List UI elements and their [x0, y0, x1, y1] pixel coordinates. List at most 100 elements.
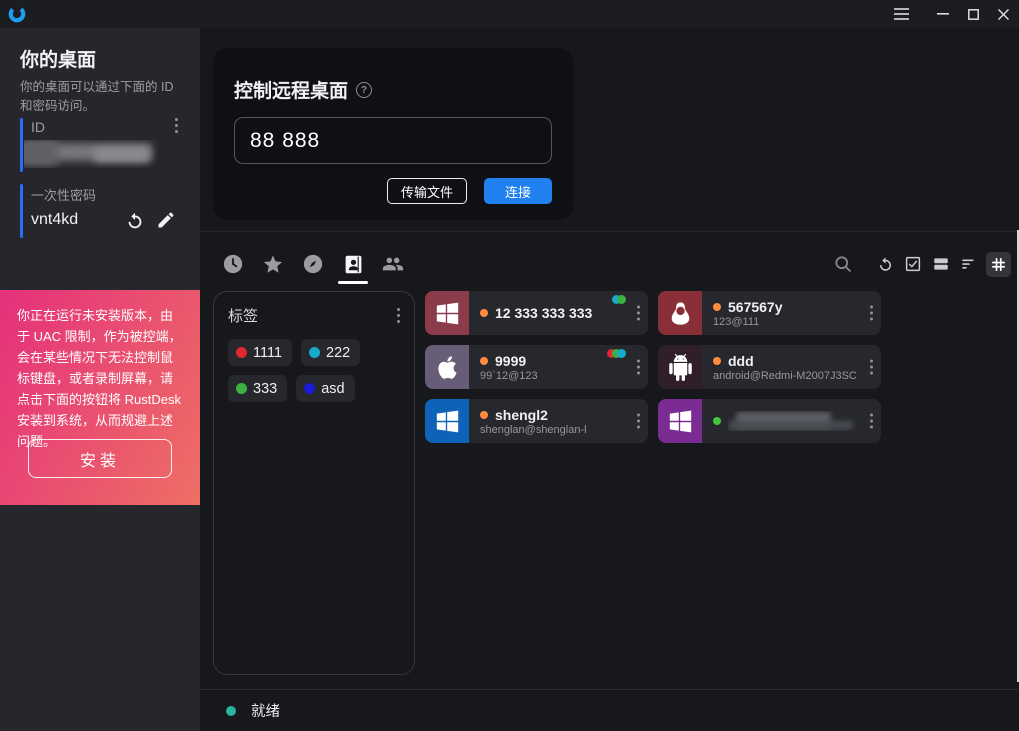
peer-username: 99`12@123 — [480, 370, 538, 382]
main-area: 控制远程桌面 ? 传输文件 连接 — [200, 28, 1019, 731]
peer-name: 567567y — [728, 299, 783, 315]
peer-info: 567567y123@111 — [713, 299, 783, 328]
sort-by-icon[interactable] — [958, 253, 980, 275]
transfer-file-button[interactable]: 传输文件 — [387, 178, 467, 204]
tag-color-dot — [236, 383, 247, 394]
peer-card[interactable]: 12 333 333 333 — [425, 291, 648, 335]
peer-name: 9999 — [495, 353, 526, 369]
tags-menu-icon[interactable] — [397, 308, 400, 323]
peer-info: 999999`12@123 — [480, 353, 538, 382]
windows-platform-icon — [425, 291, 469, 335]
section-divider — [200, 231, 1019, 232]
peer-card[interactable]: 999999`12@123 — [425, 345, 648, 389]
peer-info: shengl2shenglan@shenglan-l — [480, 407, 587, 436]
warning-text: 你正在运行未安装版本，由于 UAC 限制，作为被控端，会在某些情况下无法控制鼠标… — [17, 305, 183, 452]
tag-chip[interactable]: 222 — [301, 339, 360, 366]
tab-groups[interactable] — [382, 253, 404, 275]
select-peers-icon[interactable] — [902, 253, 924, 275]
peer-card[interactable] — [658, 399, 881, 443]
tab-recent-sessions[interactable] — [222, 253, 244, 275]
peer-card[interactable]: dddandroid@Redmi-M2007J3SC — [658, 345, 881, 389]
search-icon[interactable] — [832, 253, 854, 275]
peer-username: 123@111 — [713, 316, 783, 328]
linux-platform-icon — [658, 291, 702, 335]
grid-view-icon[interactable] — [986, 252, 1011, 277]
peer-tag-dots — [611, 349, 626, 358]
sidebar: 你的桌面 你的桌面可以通过下面的 ID 和密码访问。 ID 一次性密码 vnt4… — [0, 28, 200, 731]
tag-label: 1111 — [253, 345, 282, 361]
peer-name: shengl2 — [495, 407, 548, 423]
tag-chip[interactable]: 1111 — [228, 339, 292, 366]
remote-id-input[interactable] — [234, 117, 552, 164]
peer-menu-icon[interactable] — [637, 306, 640, 321]
status-dot — [226, 706, 236, 716]
connect-button[interactable]: 连接 — [484, 178, 552, 204]
tag-label: 333 — [253, 381, 277, 397]
edit-password-icon[interactable] — [156, 210, 178, 232]
card-view-icon[interactable] — [930, 253, 952, 275]
windows-platform-icon — [425, 399, 469, 443]
android-platform-icon — [658, 345, 702, 389]
peer-tabbar — [200, 245, 1019, 283]
tags-panel: 标签 1111 222 333 asd — [213, 291, 415, 675]
status-text: 就绪 — [251, 700, 280, 721]
tag-color-dot — [304, 383, 315, 394]
tag-chip[interactable]: asd — [296, 375, 354, 402]
titlebar — [0, 0, 1019, 28]
peer-name-blurred — [728, 411, 858, 431]
peer-status-dot — [713, 417, 721, 425]
install-warning-banner: 你正在运行未安装版本，由于 UAC 限制，作为被控端，会在某些情况下无法控制鼠标… — [0, 290, 200, 505]
peer-card[interactable]: shengl2shenglan@shenglan-l — [425, 399, 648, 443]
peer-status-dot — [713, 303, 721, 311]
tag-chip[interactable]: 333 — [228, 375, 287, 402]
peer-username: shenglan@shenglan-l — [480, 424, 587, 436]
peer-card[interactable]: 567567y123@111 — [658, 291, 881, 335]
refresh-password-icon[interactable] — [124, 210, 146, 232]
windows-platform-icon — [658, 399, 702, 443]
tab-address-book[interactable] — [342, 253, 364, 275]
help-icon[interactable]: ? — [356, 82, 372, 98]
tab-discovered[interactable] — [302, 253, 324, 275]
peer-info — [713, 411, 858, 431]
peer-menu-icon[interactable] — [870, 306, 873, 321]
tag-label: asd — [321, 381, 344, 397]
connect-card: 控制远程桌面 ? 传输文件 连接 — [213, 48, 573, 220]
tab-favorites[interactable] — [262, 253, 284, 275]
peer-menu-icon[interactable] — [637, 414, 640, 429]
peer-menu-icon[interactable] — [870, 414, 873, 429]
peer-menu-icon[interactable] — [637, 360, 640, 375]
sidebar-title: 你的桌面 — [20, 45, 96, 72]
peer-tag-dots — [616, 295, 626, 304]
peer-name: 12 333 333 333 — [495, 305, 592, 321]
maximize-button[interactable] — [959, 0, 987, 28]
tag-color-dot — [309, 347, 320, 358]
id-label: ID — [31, 119, 45, 135]
tags-title: 标签 — [228, 305, 258, 326]
connect-title: 控制远程桌面 — [234, 76, 348, 103]
peer-menu-icon[interactable] — [870, 360, 873, 375]
id-menu-icon[interactable] — [175, 118, 178, 133]
sidebar-description: 你的桌面可以通过下面的 ID 和密码访问。 — [20, 78, 185, 117]
minimize-button[interactable] — [929, 0, 957, 28]
peer-status-dot — [480, 357, 488, 365]
id-accent-bar — [20, 118, 23, 172]
install-button[interactable]: 安装 — [28, 439, 172, 478]
close-button[interactable] — [989, 0, 1017, 28]
menu-icon[interactable] — [887, 0, 915, 28]
rustdesk-logo-icon — [7, 4, 27, 24]
peer-status-dot — [480, 411, 488, 419]
tag-list: 1111 222 333 asd — [228, 339, 400, 402]
peer-info: dddandroid@Redmi-M2007J3SC — [713, 353, 857, 382]
tag-label: 222 — [326, 345, 350, 361]
statusbar: 就绪 — [200, 689, 1019, 731]
tag-color-dot — [236, 347, 247, 358]
apple-platform-icon — [425, 345, 469, 389]
peer-status-dot — [480, 309, 488, 317]
password-accent-bar — [20, 184, 23, 238]
peer-info: 12 333 333 333 — [480, 305, 592, 321]
peer-grid: 12 333 333 333 567567y123@111 999999`12@12… — [425, 291, 891, 443]
peer-username: android@Redmi-M2007J3SC — [713, 370, 857, 382]
password-value: vnt4kd — [31, 211, 78, 229]
refresh-peers-icon[interactable] — [874, 253, 896, 275]
password-label: 一次性密码 — [31, 185, 96, 204]
